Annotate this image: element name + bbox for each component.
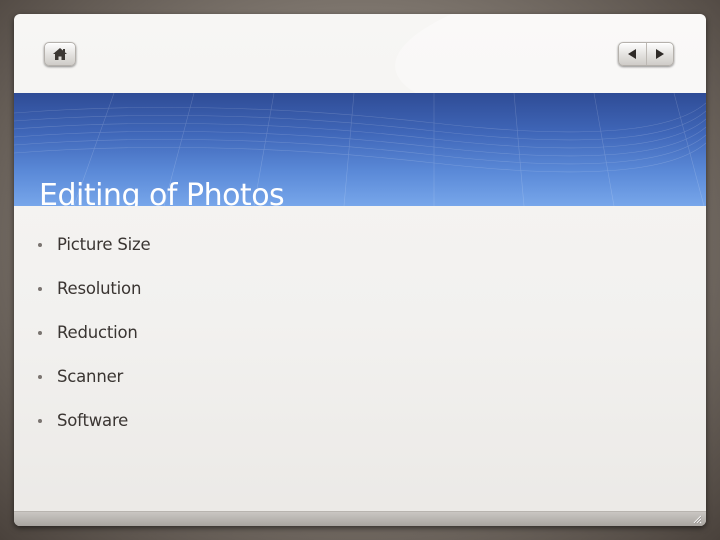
bottom-bar: [14, 511, 706, 526]
bullet-dot: [38, 286, 42, 291]
bullet-list: Picture Size Resolution Reduction Scanne…: [38, 222, 151, 442]
bullet-item: Resolution: [38, 266, 150, 310]
bullet-item: Scanner: [38, 354, 150, 398]
home-button[interactable]: [44, 42, 76, 66]
previous-slide-button[interactable]: [619, 43, 646, 65]
slide: Editing of Photos Picture Size Resolutio…: [14, 14, 706, 526]
bullet-dot: [38, 418, 42, 423]
triangle-right-icon: [655, 49, 664, 59]
bullet-text: Reduction: [57, 322, 138, 342]
bullet-dot: [38, 374, 42, 379]
bullet-dot: [38, 330, 42, 335]
bullet-text: Software: [57, 410, 129, 430]
bullet-item: Picture Size: [38, 222, 151, 266]
bullet-text: Scanner: [57, 366, 124, 386]
triangle-left-icon: [628, 49, 637, 59]
resize-grip-icon[interactable]: [692, 514, 702, 524]
bullet-item: Reduction: [38, 310, 150, 354]
title-banner: Editing of Photos: [14, 93, 706, 206]
bullet-text: Picture Size: [57, 234, 151, 254]
bullet-text: Resolution: [57, 278, 142, 298]
home-icon: [53, 48, 67, 60]
bullet-item: Software: [38, 398, 150, 442]
next-slide-button[interactable]: [645, 43, 674, 65]
slide-nav-buttons: [618, 42, 674, 66]
slide-title: Editing of Photos: [39, 178, 285, 207]
bullet-dot: [38, 242, 42, 247]
